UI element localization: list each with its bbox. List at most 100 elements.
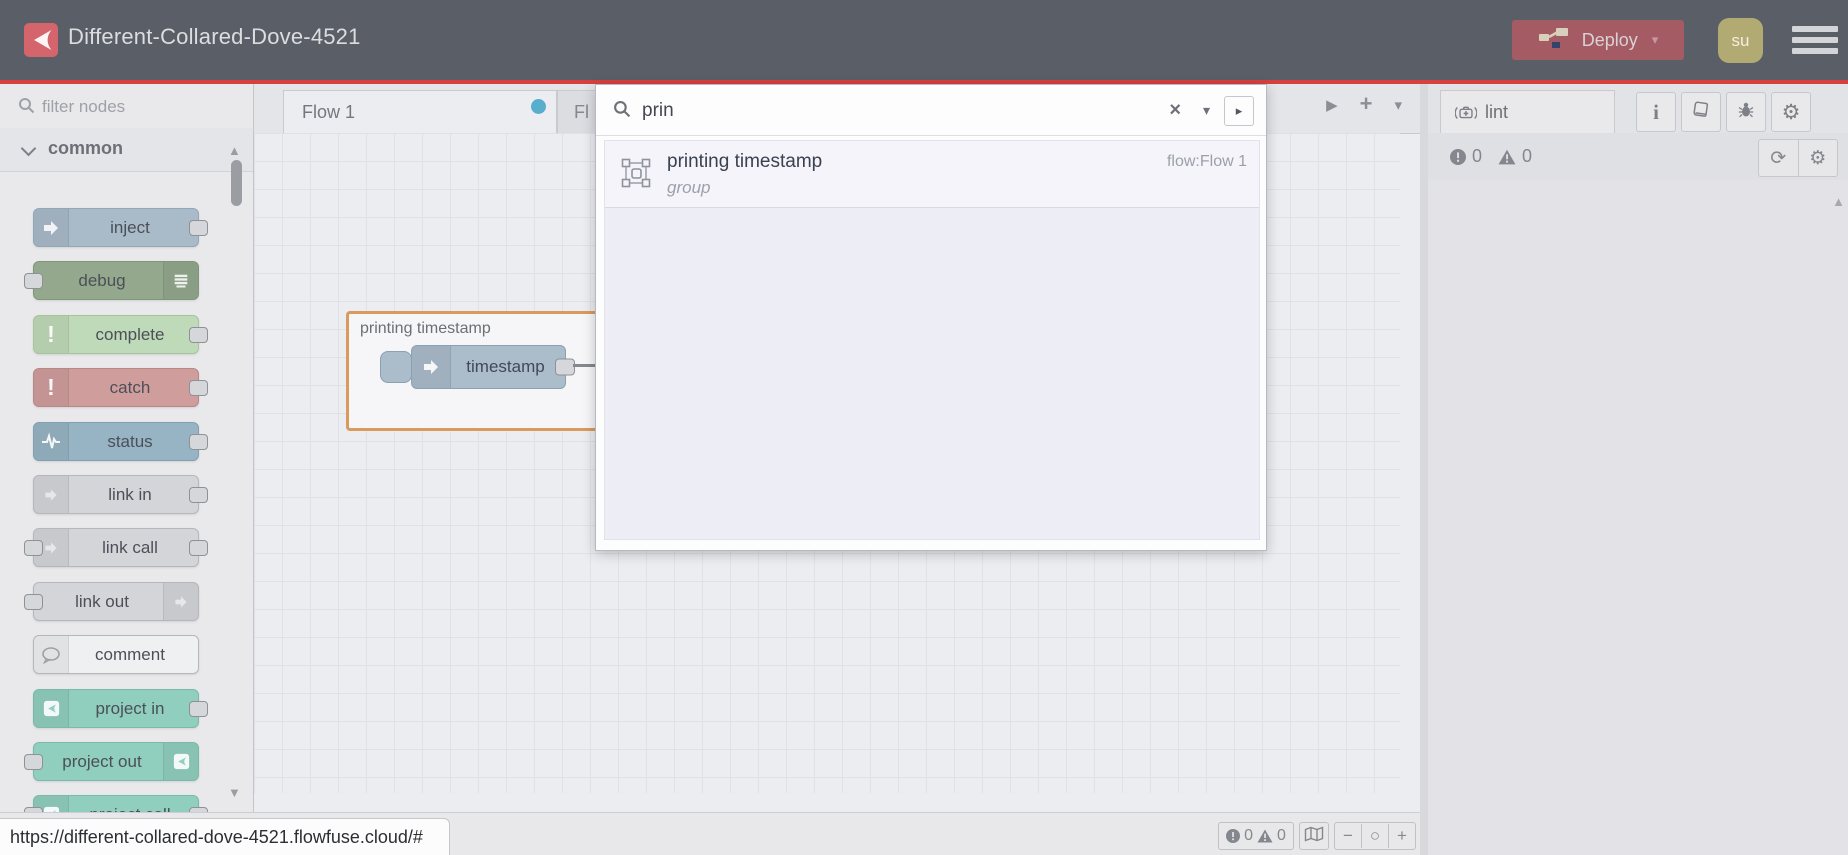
node-red-editor: Different-Collared-Dove-4521 Deploy ▾ su… bbox=[0, 0, 1848, 855]
search-expand-button[interactable]: ▸ bbox=[1224, 96, 1254, 126]
book-icon bbox=[1692, 101, 1710, 124]
palette-node-label: complete bbox=[95, 325, 165, 344]
refresh-icon: ⟳ bbox=[1770, 147, 1787, 169]
group-label: printing timestamp bbox=[360, 320, 491, 337]
tab-flow-2-label: Fl bbox=[574, 102, 589, 122]
inject-icon bbox=[34, 209, 69, 246]
navigator-button[interactable] bbox=[1299, 822, 1329, 850]
help-sidebar-button[interactable] bbox=[1681, 92, 1721, 132]
instance-title: Different-Collared-Dove-4521 bbox=[68, 24, 361, 49]
lint-warning-count: 0 bbox=[1522, 146, 1533, 166]
palette-node-link-call[interactable]: link call bbox=[24, 528, 208, 567]
inject-node[interactable]: timestamp bbox=[411, 345, 575, 389]
catch-port-out[interactable] bbox=[189, 379, 208, 396]
project-in-port-out[interactable] bbox=[189, 700, 208, 717]
project-out-port-in[interactable] bbox=[24, 753, 43, 770]
deploy-caret-icon[interactable]: ▾ bbox=[1652, 32, 1659, 48]
search-icon bbox=[613, 100, 631, 123]
info-sidebar-button[interactable]: i bbox=[1636, 92, 1676, 132]
complete-icon: ! bbox=[34, 316, 69, 353]
gear-icon: ⚙ bbox=[1809, 147, 1827, 169]
search-result-type: group bbox=[667, 178, 711, 197]
palette-node-catch[interactable]: ! catch bbox=[33, 368, 208, 407]
palette-scroll-up-icon[interactable]: ▲ bbox=[228, 144, 241, 157]
clear-search-icon[interactable]: × bbox=[1169, 99, 1181, 122]
search-options-caret-icon[interactable]: ▾ bbox=[1203, 102, 1210, 119]
inject-port-out[interactable] bbox=[189, 219, 208, 236]
main-menu-button[interactable] bbox=[1792, 26, 1838, 54]
tab-lint[interactable]: lint bbox=[1440, 90, 1615, 134]
zoom-reset-button[interactable]: ○ bbox=[1361, 824, 1388, 848]
palette-node-label: status bbox=[107, 432, 153, 451]
palette-node-project-out[interactable]: project out bbox=[24, 742, 199, 781]
zoom-in-button[interactable]: + bbox=[1388, 824, 1415, 848]
node-palette: common inject debug! complete ! catch status l… bbox=[0, 84, 254, 834]
palette-node-label: project out bbox=[62, 752, 142, 771]
lint-panel-header: 0 0 ⟳ ⚙ bbox=[1428, 133, 1848, 181]
palette-node-status[interactable]: status bbox=[33, 422, 208, 461]
palette-category-common[interactable]: common bbox=[0, 128, 253, 172]
search-input[interactable] bbox=[640, 94, 1124, 128]
tab-flow-1-label: Flow 1 bbox=[302, 102, 356, 122]
palette-node-link-in[interactable]: link in bbox=[33, 475, 208, 514]
status-port-out[interactable] bbox=[189, 433, 208, 450]
palette-node-comment[interactable]: comment bbox=[33, 635, 199, 674]
user-avatar[interactable]: su bbox=[1718, 18, 1763, 63]
lint-settings-button[interactable]: ⚙ bbox=[1797, 140, 1838, 176]
canvas-notification-counts[interactable]: 0 0 bbox=[1218, 822, 1294, 850]
tab-flow-1[interactable]: Flow 1 bbox=[283, 90, 557, 134]
lint-error-count: 0 bbox=[1472, 146, 1483, 166]
comment-icon bbox=[34, 636, 69, 673]
flowfuse-logo-icon bbox=[24, 23, 58, 57]
palette-node-label: comment bbox=[95, 645, 165, 664]
link-call-port-in[interactable] bbox=[24, 539, 43, 556]
link-call-port-out[interactable] bbox=[189, 539, 208, 556]
palette-node-label: project in bbox=[95, 699, 165, 718]
debug-sidebar-button[interactable] bbox=[1726, 92, 1766, 132]
inject-trigger-button[interactable] bbox=[380, 351, 412, 383]
palette-node-label: inject bbox=[110, 218, 150, 237]
palette-node-link-out[interactable]: link out bbox=[24, 582, 199, 621]
project-in-icon bbox=[34, 690, 69, 727]
canvas-warning-count: 0 bbox=[1277, 827, 1286, 844]
link-out-port-in[interactable] bbox=[24, 593, 43, 610]
debug-icon bbox=[163, 262, 198, 299]
warning-triangle-icon bbox=[1257, 829, 1273, 843]
link-in-port-out[interactable] bbox=[189, 486, 208, 503]
palette-filter-input[interactable] bbox=[40, 92, 224, 122]
unsaved-changes-dot bbox=[531, 99, 546, 114]
group-icon bbox=[621, 158, 651, 193]
config-sidebar-button[interactable]: ⚙ bbox=[1771, 92, 1811, 132]
palette-node-complete[interactable]: ! complete bbox=[33, 315, 208, 354]
refresh-button[interactable]: ⟳ bbox=[1759, 140, 1798, 176]
palette-node-label: link out bbox=[75, 592, 129, 611]
right-sidebar: lint i ⚙ ▾ 0 0 ⟳ ⚙ bbox=[1420, 84, 1848, 855]
flow-list-caret-icon[interactable]: ▾ bbox=[1394, 96, 1402, 114]
sidebar-scroll-up-icon[interactable]: ▲ bbox=[1832, 194, 1845, 209]
search-dialog: × ▾ ▸ printing timestamp flow:Flow 1 bbox=[595, 84, 1267, 551]
tab-scroll-right-icon[interactable]: ▶ bbox=[1326, 96, 1338, 114]
palette-scroll-down-icon[interactable]: ▼ bbox=[228, 786, 241, 799]
node-group[interactable]: printing timestamp timestamp bbox=[346, 311, 609, 431]
search-result-row[interactable]: printing timestamp flow:Flow 1 group bbox=[605, 141, 1259, 208]
chevron-down-icon bbox=[20, 140, 37, 157]
lint-actions: ⟳ ⚙ bbox=[1758, 139, 1838, 177]
complete-port-out[interactable] bbox=[189, 326, 208, 343]
palette-node-label: link call bbox=[102, 538, 158, 557]
search-results-list: printing timestamp flow:Flow 1 group bbox=[604, 140, 1260, 540]
palette-node-inject[interactable]: inject bbox=[33, 208, 208, 247]
link-in-icon bbox=[34, 476, 69, 513]
zoom-out-button[interactable]: − bbox=[1335, 824, 1361, 848]
palette-node-project-in[interactable]: project in bbox=[33, 689, 208, 728]
deploy-icon bbox=[1538, 24, 1572, 56]
deploy-button[interactable]: Deploy ▾ bbox=[1512, 20, 1684, 60]
search-result-title: printing timestamp bbox=[667, 151, 823, 172]
palette-node-debug[interactable]: debug bbox=[24, 261, 199, 300]
lint-toolbox-icon bbox=[1455, 106, 1477, 119]
palette-node-label: catch bbox=[109, 378, 151, 397]
add-flow-button[interactable]: + bbox=[1360, 93, 1373, 115]
inject-output-port[interactable] bbox=[555, 358, 575, 376]
debug-port-in[interactable] bbox=[24, 272, 43, 289]
inject-node-label: timestamp bbox=[466, 357, 545, 376]
palette-scrollbar-thumb[interactable] bbox=[231, 160, 242, 206]
